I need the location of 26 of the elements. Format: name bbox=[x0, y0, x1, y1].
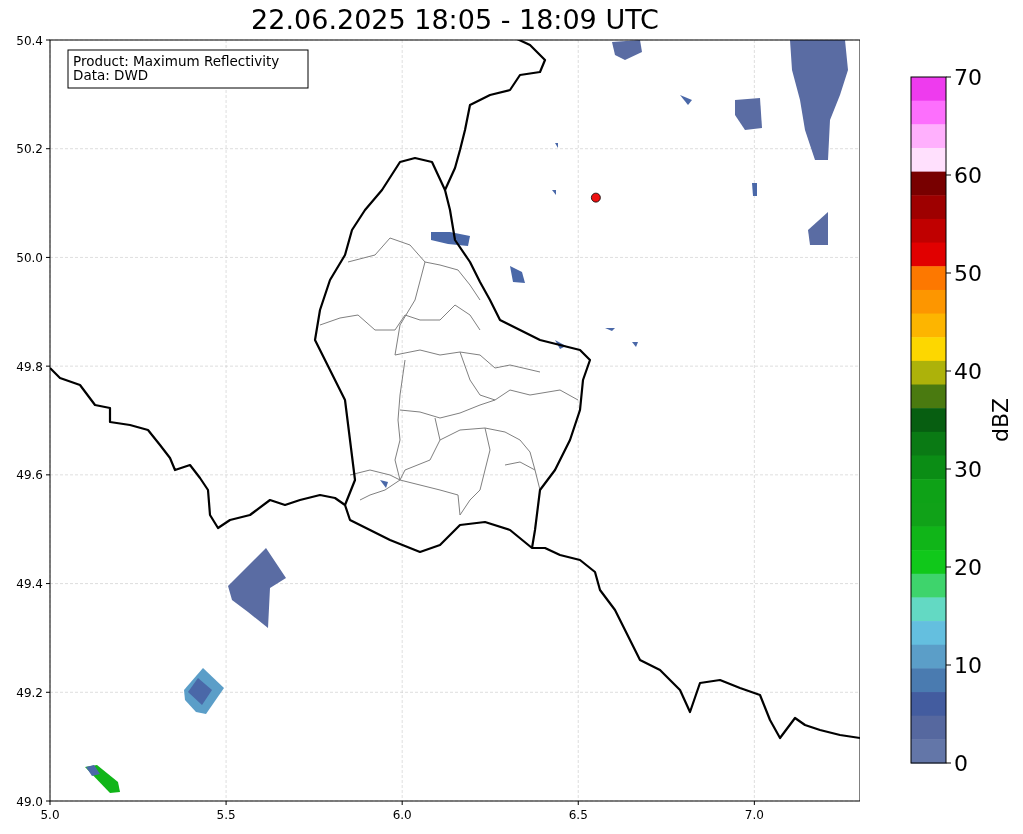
location-marker bbox=[590, 192, 601, 203]
y-axis-tick-label: 49.0 bbox=[16, 794, 43, 809]
x-axis-tick-label: 6.5 bbox=[568, 808, 588, 822]
colorbar-tick-label: 40 bbox=[954, 359, 982, 384]
colorbar-tick-label: 70 bbox=[954, 65, 982, 90]
chart-title: 22.06.2025 18:05 - 18:09 UTC bbox=[250, 3, 660, 32]
colorbar-tick-label: 50 bbox=[954, 261, 982, 286]
y-axis-tick-label: 49.2 bbox=[16, 685, 43, 700]
colorbar-tick-label: 10 bbox=[954, 653, 982, 678]
x-axis-tick-label: 5.5 bbox=[216, 808, 236, 822]
colorbar-label: dBZ bbox=[988, 397, 1013, 443]
y-axis-tick-label: 49.6 bbox=[16, 468, 43, 483]
colorbar-tick-label: 0 bbox=[954, 751, 968, 776]
y-axis-tick-label: 50.2 bbox=[16, 142, 43, 157]
info-text: Product: Maximum Reflectivity bbox=[73, 53, 280, 69]
info-text: Data: DWD bbox=[73, 67, 149, 83]
colorbar-tick-label: 20 bbox=[954, 555, 982, 580]
y-axis-tick-label: 50.0 bbox=[16, 250, 43, 265]
colorbar-tick-label: 30 bbox=[954, 457, 982, 482]
y-axis-tick-label: 49.4 bbox=[16, 577, 43, 592]
y-axis-tick-label: 49.8 bbox=[16, 359, 43, 374]
x-axis-tick-label: 5.0 bbox=[40, 808, 60, 822]
y-axis-tick-label: 50.4 bbox=[16, 33, 43, 48]
x-axis-tick-label: 6.0 bbox=[392, 808, 412, 822]
colorbar-tick-label: 60 bbox=[954, 163, 982, 188]
x-axis-tick-label: 7.0 bbox=[744, 808, 764, 822]
